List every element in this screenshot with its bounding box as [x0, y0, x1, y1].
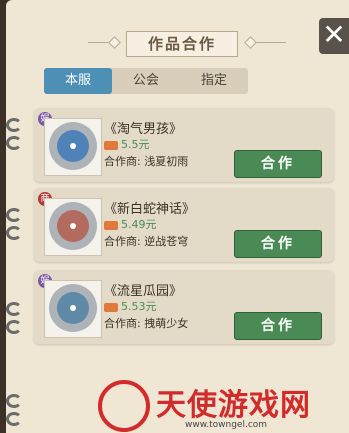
ticket-icon: [104, 302, 118, 312]
tab-server[interactable]: 本服: [44, 68, 112, 94]
work-card: 娱 《流星瓜园》 5.53元 合作商: 拽萌少女 合作: [34, 270, 334, 344]
notebook-ring: [6, 320, 22, 334]
watermark-text: 天使游戏网: [156, 388, 311, 423]
disc-icon: [49, 122, 97, 170]
notebook-ring: [6, 226, 22, 240]
work-title: 《新白蛇神话》: [104, 202, 196, 217]
tab-designated[interactable]: 指定: [180, 68, 248, 94]
panel-header: 作品合作: [88, 28, 286, 57]
work-fee: 5.53元: [104, 298, 157, 314]
ticket-icon: [104, 140, 118, 150]
work-partner: 合作商: 逆战苍穹: [104, 235, 189, 248]
work-cover: [44, 280, 102, 338]
work-cover: [44, 198, 102, 256]
work-title: 《流星瓜园》: [104, 284, 183, 299]
watermark: 天使游戏网 www.towngel.com: [0, 360, 349, 433]
work-partner: 合作商: 拽萌少女: [104, 317, 189, 330]
panel-title: 作品合作: [126, 31, 238, 57]
work-fee: 5.49元: [104, 216, 157, 232]
work-partner: 合作商: 浅夏初雨: [104, 155, 189, 168]
notebook-ring: [6, 302, 22, 316]
watermark-logo-icon: [98, 380, 150, 432]
work-cover: [44, 118, 102, 176]
cooperate-button[interactable]: 合作: [234, 230, 322, 258]
work-card: 娱 《淘气男孩》 5.5元 合作商: 浅夏初雨 合作: [34, 108, 334, 182]
ornament-icon: [108, 36, 121, 49]
disc-icon: [49, 202, 97, 250]
divider: [256, 42, 286, 43]
cooperate-button[interactable]: 合作: [234, 150, 322, 178]
notebook-ring: [6, 118, 22, 132]
work-card: 商 《新白蛇神话》 5.49元 合作商: 逆战苍穹 合作: [34, 188, 334, 262]
work-fee: 5.5元: [104, 136, 150, 152]
ornament-icon: [244, 36, 257, 49]
notebook-ring: [6, 136, 22, 150]
notebook-ring: [6, 208, 22, 222]
disc-icon: [49, 284, 97, 332]
ticket-icon: [104, 220, 118, 230]
tab-bar: 本服 公会 指定: [44, 68, 248, 94]
work-title: 《淘气男孩》: [104, 122, 183, 137]
cooperate-button[interactable]: 合作: [234, 312, 322, 340]
watermark-url: www.towngel.com: [185, 420, 268, 430]
close-button[interactable]: ✕: [319, 18, 349, 54]
tab-guild[interactable]: 公会: [112, 68, 180, 94]
